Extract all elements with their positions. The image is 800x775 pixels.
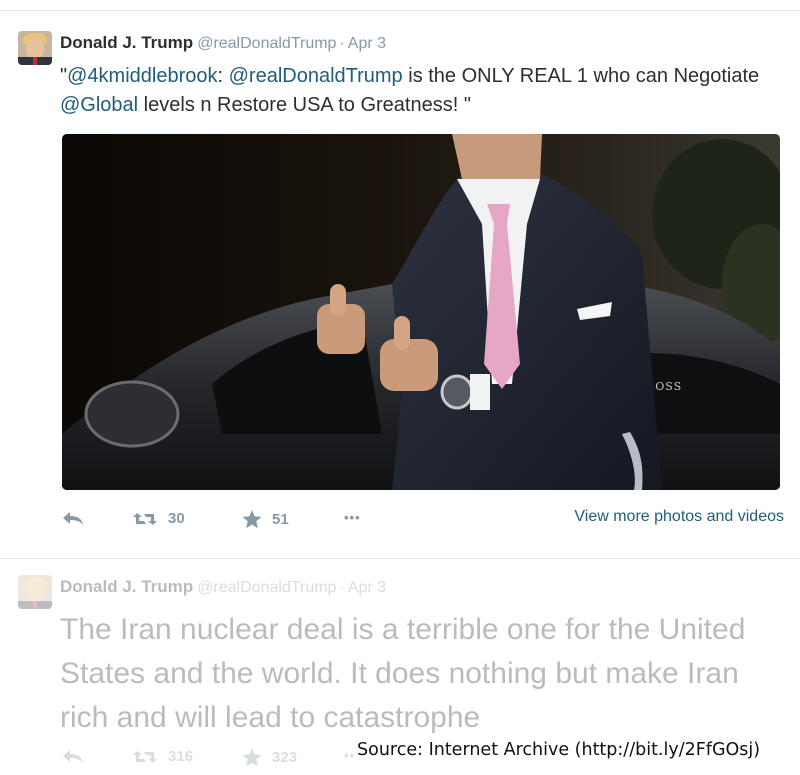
author-handle[interactable]: @realDonaldTrump	[197, 35, 336, 52]
avatar[interactable]	[18, 575, 52, 609]
favorite-count: 323	[272, 749, 298, 766]
separator-dot: ·	[339, 579, 345, 596]
tweet-date[interactable]: Apr 3	[348, 579, 386, 596]
retweet-button[interactable]: 316	[132, 748, 193, 765]
favorite-button[interactable]: 51	[242, 510, 289, 529]
star-icon	[242, 748, 262, 767]
tweet-date[interactable]: Apr 3	[348, 35, 386, 52]
retweet-button[interactable]: 30	[132, 510, 185, 527]
more-icon: •••	[344, 510, 361, 525]
author-name[interactable]: Donald J. Trump	[60, 577, 193, 596]
mention-link[interactable]: @4kmiddlebrook	[67, 65, 217, 87]
tweet-photo[interactable]: BOSS	[62, 134, 780, 490]
tweet-text: The Iran nuclear deal is a terrible one …	[60, 613, 746, 734]
tweet-text: "@4kmiddlebrook: @realDonaldTrump is the…	[60, 62, 780, 120]
mention-link[interactable]: @realDonaldTrump	[229, 65, 403, 87]
retweet-count: 30	[168, 510, 185, 527]
separator-dot: ·	[339, 35, 345, 52]
mention-link[interactable]: @Global	[60, 94, 138, 116]
tweet-actions: 30 51 ••• View more photos and videos	[60, 508, 784, 532]
photo-man-thumbs-up-car: BOSS	[62, 134, 780, 490]
top-divider	[0, 10, 800, 11]
tweet-header: Donald J. Trump @realDonaldTrump · Apr 3	[60, 577, 386, 597]
reply-icon	[63, 750, 83, 763]
source-caption: Source: Internet Archive (http://bit.ly/…	[355, 740, 761, 760]
retweet-count: 316	[168, 748, 194, 765]
view-more-photos-link[interactable]: View more photos and videos	[574, 508, 784, 526]
text-fragment: levels n Restore USA to Greatness! "	[138, 94, 471, 116]
favorite-button[interactable]: 323	[242, 748, 297, 767]
retweet-icon	[133, 512, 157, 525]
reply-icon	[63, 512, 83, 525]
author-handle[interactable]: @realDonaldTrump	[197, 579, 336, 596]
tweet-divider	[0, 558, 800, 559]
text-fragment: :	[217, 65, 229, 87]
avatar[interactable]	[18, 31, 52, 65]
more-button[interactable]: •••	[344, 510, 361, 525]
reply-button[interactable]	[62, 748, 84, 764]
favorite-count: 51	[272, 511, 289, 528]
author-name[interactable]: Donald J. Trump	[60, 33, 193, 52]
retweet-icon	[133, 750, 157, 763]
tweet-header: Donald J. Trump @realDonaldTrump · Apr 3	[60, 33, 386, 53]
text-fragment: is the ONLY REAL 1 who can Negotiate	[402, 65, 760, 87]
reply-button[interactable]	[62, 510, 84, 526]
star-icon	[242, 510, 262, 529]
